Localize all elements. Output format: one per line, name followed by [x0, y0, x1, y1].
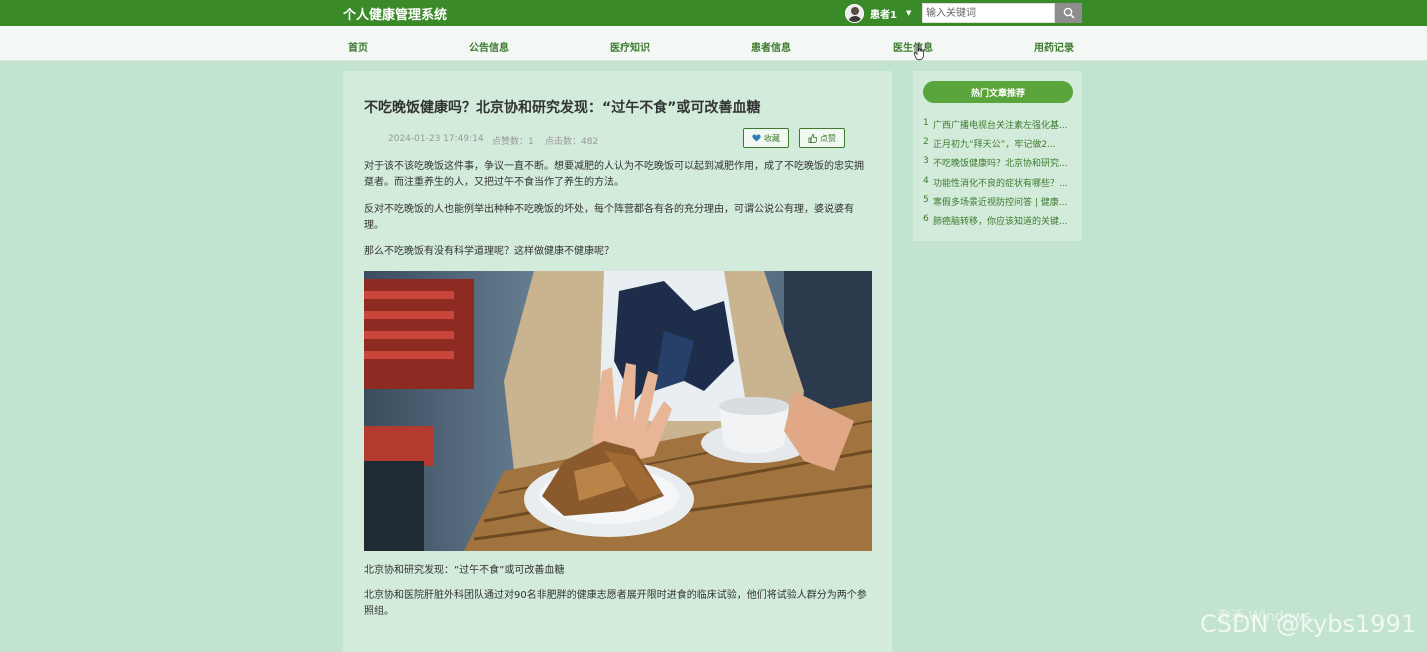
avatar[interactable] [845, 3, 864, 23]
hot-article-item[interactable]: 3 不吃晚饭健康吗？北京协和研究... [923, 156, 1073, 169]
search-input[interactable] [922, 3, 1055, 23]
nav-home[interactable]: 首页 [348, 39, 368, 54]
photo-caption: 北京协和研究发现：“过午不食”或可改善血糖 [364, 565, 565, 576]
nav-medical-knowledge[interactable]: 医疗知识 [610, 39, 650, 54]
nav-medication-records[interactable]: 用药记录 [1034, 39, 1074, 54]
article-title: 不吃晚饭健康吗？北京协和研究发现：“过午不食”或可改善血糖 [364, 100, 761, 116]
nav-announcements[interactable]: 公告信息 [469, 39, 509, 54]
article-paragraph: 北京协和医院肝脏外科团队通过对90名非肥胖的健康志愿者展开限时进食的临床试验，他… [364, 590, 867, 617]
article-clicks: 点击数：482 [545, 137, 599, 147]
favorite-button[interactable]: 收藏 [743, 128, 789, 148]
article-paragraph: 那么不吃晚饭有没有科学道理呢？这样做健康不健康呢？ [364, 246, 614, 257]
article-date: 2024-01-23 17:49:14 [388, 134, 484, 144]
favorite-label: 收藏 [764, 133, 780, 143]
heart-icon [752, 134, 761, 142]
top-bar: 个人健康管理系统 患者1 ▼ [0, 0, 1427, 26]
main-nav: 首页 公告信息 医疗知识 患者信息 医生信息 用药记录 [0, 26, 1427, 61]
article-paragraph: 反对不吃晚饭的人也能例举出种种不吃晚饭的坏处，每个阵营都各有各的充分理由，可谓公… [364, 204, 854, 231]
search-icon [1063, 7, 1075, 19]
hot-article-item[interactable]: 6 肺癌脑转移，你应该知道的关键... [923, 214, 1073, 227]
hot-article-item[interactable]: 2 正月初九“拜天公”，牢记做2... [923, 137, 1073, 150]
hot-article-item[interactable]: 1 广西广播电视台关注素左强化基... [923, 118, 1073, 131]
search-box [922, 3, 1082, 23]
hot-articles-title: 热门文章推荐 [923, 81, 1073, 103]
hot-articles-panel: 热门文章推荐 1 广西广播电视台关注素左强化基... 2 正月初九“拜天公”，牢… [913, 71, 1082, 241]
username[interactable]: 患者1 [870, 6, 897, 21]
nav-patient-info[interactable]: 患者信息 [751, 39, 791, 54]
like-button[interactable]: 点赞 [799, 128, 845, 148]
hand-cursor-icon [913, 43, 924, 61]
article-photo [364, 271, 872, 551]
csdn-watermark: CSDN @kybs1991 [1200, 610, 1417, 638]
search-button[interactable] [1055, 3, 1082, 23]
article-panel: 不吃晚饭健康吗？北京协和研究发现：“过午不食”或可改善血糖 2024-01-23… [343, 71, 892, 652]
hot-article-item[interactable]: 4 功能性消化不良的症状有哪些？... [923, 176, 1073, 189]
article-paragraph: 对于该不该吃晚饭这件事，争议一直不断。想要减肥的人认为不吃晚饭可以起到减肥作用，… [364, 161, 864, 188]
site-title[interactable]: 个人健康管理系统 [343, 4, 447, 23]
like-label: 点赞 [820, 133, 836, 143]
article-likes: 点赞数：1 [492, 137, 534, 147]
chevron-down-icon[interactable]: ▼ [906, 9, 911, 17]
hot-article-item[interactable]: 5 寒假多场景近视防控问答 | 健康... [923, 195, 1073, 208]
user-menu[interactable]: 患者1 ▼ [845, 3, 911, 23]
thumbs-up-icon [808, 133, 817, 143]
